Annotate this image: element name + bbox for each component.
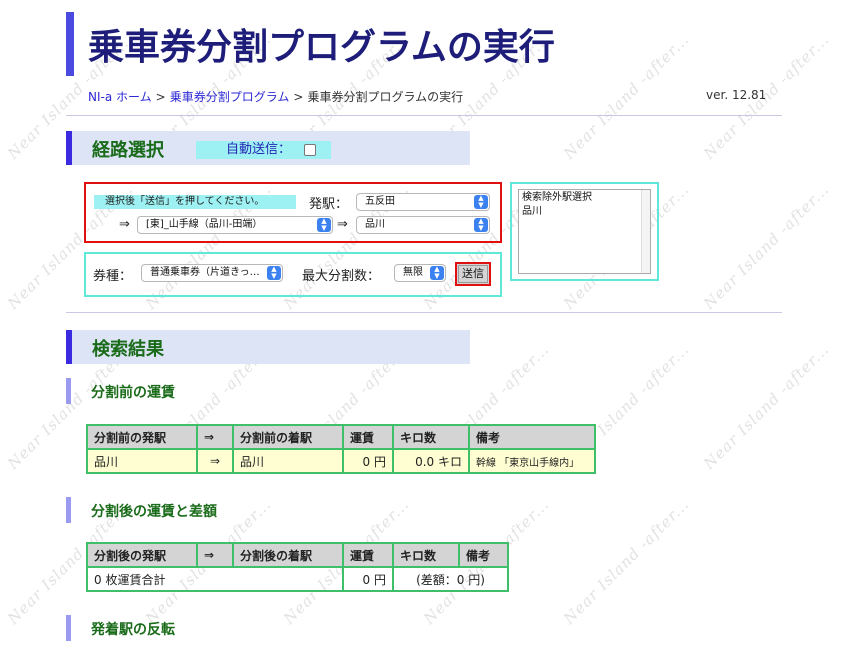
destination-value: 品川 — [365, 219, 385, 230]
ticket-type-select[interactable]: 普通乗車券（片道きっ… ▲ ▼ — [141, 264, 283, 282]
column-header: 備考 — [458, 542, 509, 568]
section-title: 検索結果 — [92, 339, 164, 360]
submit-button[interactable]: 送信 — [455, 262, 491, 286]
difference-cell: (差額：0 円) — [392, 566, 509, 592]
chevron-updown-icon: ▲ ▼ — [474, 195, 488, 209]
version-label: ver. 12.81 — [706, 88, 767, 102]
chevron-updown-icon: ▲ ▼ — [474, 218, 488, 232]
watermark-text: Near Island -after... — [560, 30, 693, 163]
max-split-label: 最大分割数： — [302, 269, 381, 284]
breadcrumb: NI-a ホーム > 乗車券分割プログラム > 乗車券分割プログラムの実行 — [88, 88, 463, 105]
column-header: 分割後の着駅 — [232, 542, 344, 568]
breadcrumb-current: 乗車券分割プログラムの実行 — [307, 90, 464, 104]
column-header: 備考 — [468, 424, 596, 450]
section-header-results: 検索結果 — [66, 330, 470, 364]
total-label-cell: 0 枚運賃合計 — [86, 566, 344, 592]
breadcrumb-separator: > — [155, 90, 166, 104]
departure-value: 五反田 — [365, 196, 395, 207]
max-split-select[interactable]: 無限 ▲ ▼ — [394, 264, 446, 282]
column-header: キロ数 — [392, 424, 470, 450]
total-fare-cell: 0 円 — [342, 566, 394, 592]
arrow-icon: ⇒ — [337, 217, 348, 232]
breadcrumb-home-link[interactable]: NI-a ホーム — [88, 90, 152, 104]
line-value: [東]_山手線（品川-田端） — [146, 219, 263, 230]
table-cell: ⇒ — [196, 448, 234, 474]
auto-send-checkbox[interactable] — [304, 144, 316, 156]
table-cell: 品川 — [86, 448, 198, 474]
breadcrumb-separator: > — [293, 90, 304, 104]
ticket-type-value: 普通乗車券（片道きっ… — [150, 267, 260, 278]
table-row: 0 枚運賃合計 0 円 (差額：0 円) — [86, 566, 509, 592]
auto-send-toggle[interactable]: 自動送信： — [196, 141, 331, 159]
table-header-row: 分割前の発駅 ⇒ 分割前の着駅 運賃 キロ数 備考 — [86, 424, 596, 450]
button-inner-border — [458, 265, 488, 283]
column-header: キロ数 — [392, 542, 460, 568]
watermark-text: Near Island -after... — [700, 180, 833, 313]
watermark-text: Near Island -after... — [560, 495, 693, 628]
max-split-value: 無限 — [403, 267, 423, 278]
line-select[interactable]: [東]_山手線（品川-田端） ▲ ▼ — [137, 216, 333, 234]
chevron-updown-icon: ▲ ▼ — [430, 266, 444, 280]
chevron-updown-icon: ▲ ▼ — [317, 218, 331, 232]
exclude-list-item[interactable]: 品川 — [522, 205, 650, 219]
breadcrumb-parent-link[interactable]: 乗車券分割プログラム — [170, 90, 290, 104]
table-row: 品川 ⇒ 品川 0 円 0.0 キロ 幹線 「東京山手線内」 — [86, 448, 596, 474]
table-header-row: 分割後の発駅 ⇒ 分割後の着駅 運賃 キロ数 備考 — [86, 542, 509, 568]
column-header: ⇒ — [196, 542, 234, 568]
subsection-header-before: 分割前の運賃 — [66, 378, 366, 404]
column-header: 運賃 — [342, 542, 394, 568]
fare-before-table: 分割前の発駅 ⇒ 分割前の着駅 運賃 キロ数 備考 品川 ⇒ 品川 0 円 0.… — [86, 424, 596, 474]
chevron-updown-icon: ▲ ▼ — [267, 266, 281, 280]
list-scrollbar[interactable] — [641, 190, 650, 273]
subsection-title: 分割前の運賃 — [91, 385, 175, 401]
exclude-list-title: 検索除外駅選択 — [522, 192, 592, 203]
auto-send-label: 自動送信： — [226, 142, 292, 157]
table-cell: 0.0 キロ — [392, 448, 470, 474]
subsection-header-after: 分割後の運賃と差額 — [66, 497, 366, 523]
column-header: 分割前の着駅 — [232, 424, 344, 450]
page-title: 乗車券分割プログラムの実行 — [88, 27, 555, 68]
departure-select[interactable]: 五反田 ▲ ▼ — [356, 193, 490, 211]
column-header: ⇒ — [196, 424, 234, 450]
instruction-hint: 選択後「送信」を押してください。 — [94, 195, 296, 209]
fare-after-table: 分割後の発駅 ⇒ 分割後の着駅 運賃 キロ数 備考 0 枚運賃合計 0 円 (差… — [86, 542, 509, 592]
ticket-type-label: 券種： — [93, 269, 133, 284]
table-cell: 幹線 「東京山手線内」 — [468, 448, 596, 474]
subsection-header-reverse: 発着駅の反転 — [66, 615, 366, 641]
subsection-title: 発着駅の反転 — [91, 622, 175, 638]
column-header: 分割後の発駅 — [86, 542, 198, 568]
table-cell: 0 円 — [342, 448, 394, 474]
column-header: 分割前の発駅 — [86, 424, 198, 450]
divider — [66, 115, 782, 116]
subsection-title: 分割後の運賃と差額 — [91, 504, 217, 520]
divider — [66, 312, 782, 313]
table-cell: 品川 — [232, 448, 344, 474]
column-header: 運賃 — [342, 424, 394, 450]
arrow-icon: ⇒ — [119, 217, 130, 232]
title-accent-bar — [66, 12, 74, 76]
exclude-station-list[interactable]: 検索除外駅選択 品川 — [518, 189, 651, 274]
departure-label: 発駅： — [309, 197, 349, 212]
section-title: 経路選択 — [92, 140, 164, 161]
destination-select[interactable]: 品川 ▲ ▼ — [356, 216, 490, 234]
watermark-text: Near Island -after... — [700, 340, 833, 473]
